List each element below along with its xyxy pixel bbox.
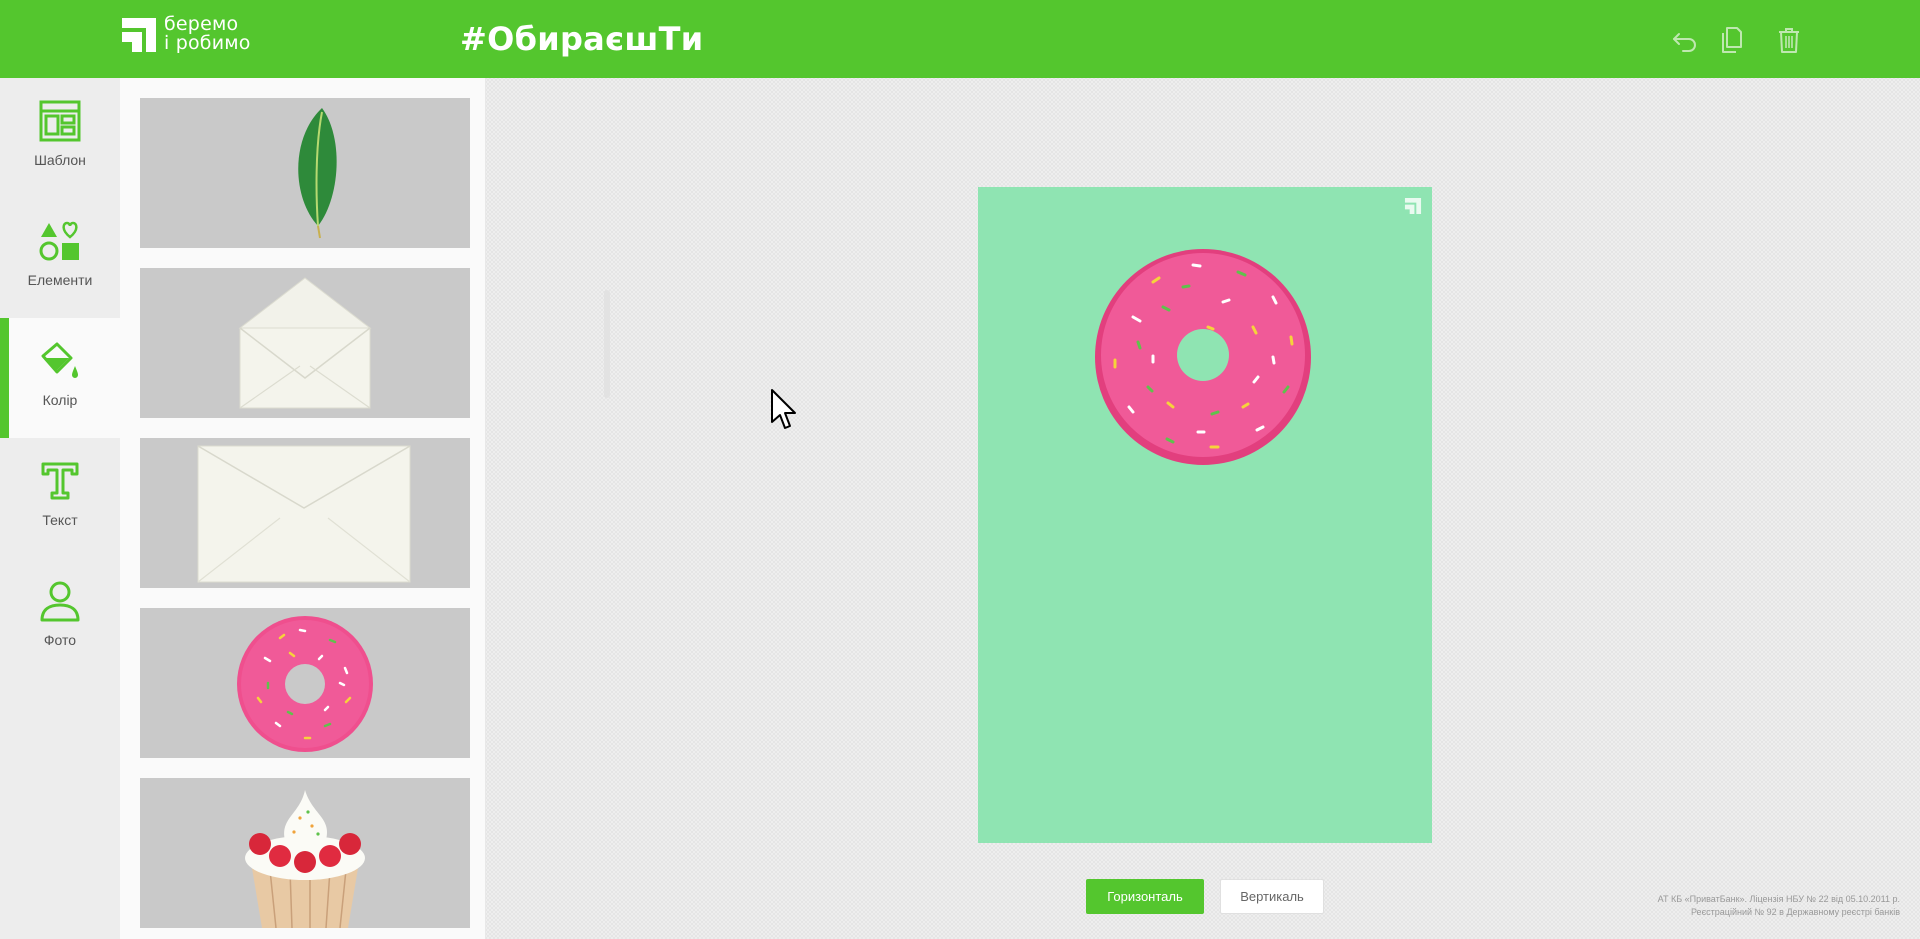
asset-thumb-closed-envelope[interactable] [140, 438, 470, 588]
tool-rail: Шаблон Елементи Колір Текст Фото [0, 78, 120, 939]
rail-item-template[interactable]: Шаблон [0, 78, 120, 198]
asset-thumb-open-envelope[interactable] [140, 268, 470, 418]
undo-button[interactable] [1670, 25, 1700, 55]
person-icon [40, 581, 80, 622]
rail-item-elements[interactable]: Елементи [0, 198, 120, 318]
closed-envelope-image [197, 445, 411, 583]
copy-button[interactable] [1716, 25, 1746, 55]
rail-label-text: Текст [42, 512, 78, 528]
rail-label-photo: Фото [43, 632, 77, 648]
asset-thumb-leaf[interactable] [140, 98, 470, 248]
copy-icon [1722, 27, 1742, 53]
mouse-cursor-icon [771, 389, 796, 429]
watermark-logo-icon [1404, 197, 1422, 215]
leaf-image [298, 108, 337, 239]
logo-line-2: і робимо [164, 32, 251, 54]
legal-line-1: АТ КБ «ПриватБанк». Ліцензія НБУ № 22 ві… [1657, 894, 1900, 904]
trash-icon [1779, 28, 1799, 53]
rail-item-text[interactable]: Текст [0, 438, 120, 558]
privatbank-logo-icon [122, 18, 156, 52]
rail-label-template: Шаблон [34, 152, 86, 168]
rail-item-color[interactable]: Колір [0, 318, 120, 438]
panel-scrollbar[interactable] [604, 290, 610, 398]
horizontal-button[interactable]: Горизонталь [1086, 879, 1204, 914]
rail-label-elements: Елементи [27, 272, 93, 288]
undo-icon [1673, 33, 1696, 52]
legal-notice: АТ КБ «ПриватБанк». Ліцензія НБУ № 22 ві… [1580, 893, 1900, 919]
paint-bucket-icon [41, 342, 78, 378]
logo-text: беремо і робимо [164, 15, 251, 53]
brand-logo[interactable]: беремо і робимо [120, 15, 270, 56]
asset-panel [120, 78, 610, 939]
text-icon [41, 462, 79, 500]
design-canvas[interactable] [978, 187, 1432, 843]
cupcake-image [245, 790, 365, 928]
shapes-icon [39, 221, 79, 261]
campaign-hashtag: #ОбираєшТи [460, 20, 704, 58]
rail-label-color: Колір [42, 392, 78, 408]
rail-item-photo[interactable]: Фото [0, 558, 120, 678]
template-icon [39, 100, 81, 142]
delete-button[interactable] [1774, 25, 1804, 55]
donut-image [237, 616, 373, 752]
vertical-button[interactable]: Вертикаль [1220, 879, 1324, 914]
open-envelope-image [238, 277, 372, 409]
legal-line-2: Реєстраційний № 92 в Державному реєстрі … [1690, 907, 1900, 917]
top-bar: беремо і робимо #ОбираєшТи [0, 0, 1920, 78]
canvas-donut-element[interactable] [1093, 247, 1313, 467]
asset-thumb-donut[interactable] [140, 608, 470, 758]
asset-thumb-cupcake[interactable] [140, 778, 470, 928]
